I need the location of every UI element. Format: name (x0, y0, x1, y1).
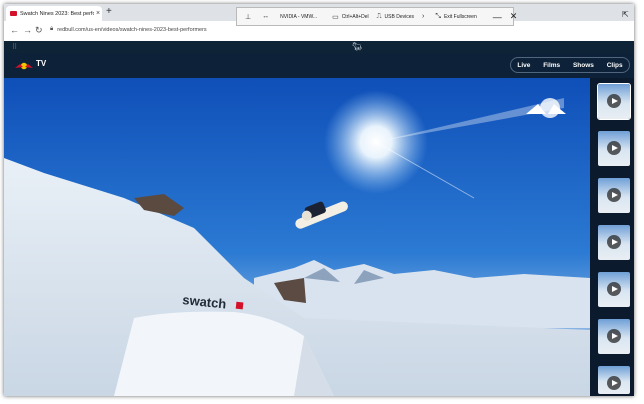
related-video-thumb[interactable] (598, 272, 630, 307)
vm-name[interactable]: NVIDIA - VMW... (280, 14, 317, 20)
reload-icon[interactable]: ↻ (35, 25, 43, 36)
exit-fullscreen-button[interactable]: ⤡ Exit Fullscreen (435, 13, 476, 21)
arrows-icon[interactable]: ↔ (262, 13, 272, 20)
play-icon (607, 188, 621, 202)
play-icon (607, 94, 621, 108)
play-icon (607, 235, 621, 249)
site-header: TV Live Films Shows Clips (4, 53, 634, 78)
play-icon (607, 282, 621, 296)
keyboard-icon: ▭ (332, 13, 339, 21)
exit-fullscreen-icon: ⤡ (435, 12, 441, 20)
related-video-thumb[interactable] (597, 83, 631, 120)
minimize-icon[interactable]: — (493, 12, 502, 22)
browser-tab[interactable]: Swatch Nines 2023: Best perfor × (6, 6, 102, 21)
url-text: redbull.com/us-en/videos/swatch-nines-20… (57, 26, 207, 33)
vm-connection-toolbar: ⊥ ↔ NVIDIA - VMW... ▭ Ctrl+Alt+Del ⎍ USB D… (236, 7, 517, 26)
redbull-logo-icon (14, 58, 34, 70)
play-icon (607, 376, 621, 390)
related-video-thumb[interactable] (598, 178, 630, 213)
nav-films[interactable]: Films (543, 62, 560, 69)
redbull-tv-logo[interactable]: TV (14, 58, 47, 70)
related-video-thumb[interactable] (598, 366, 630, 394)
usb-devices-label: USB Devices (384, 13, 414, 20)
video-player[interactable]: swatch (4, 78, 590, 396)
exit-fullscreen-label: Exit Fullscreen (443, 13, 477, 20)
url-field[interactable]: 🔒︎ redbull.com/us-en/videos/swatch-nines… (50, 26, 207, 33)
nav-live[interactable]: Live (517, 62, 530, 69)
usb-devices-button[interactable]: ⎍ USB Devices (377, 13, 414, 21)
mouse-cursor-icon: ⇱ (622, 10, 629, 19)
top-strip: ⠿ 🐂︎ (4, 41, 634, 53)
tab-title: Swatch Nines 2023: Best perfor (20, 10, 94, 17)
ctrl-alt-del-label: Ctrl+Alt+Del (341, 13, 369, 20)
redbull-mini-logo-icon: 🐂︎ (352, 42, 363, 51)
remote-desktop-frame: Swatch Nines 2023: Best perfor × + ← → ↻… (4, 4, 634, 396)
nav-shows[interactable]: Shows (573, 62, 594, 69)
back-icon[interactable]: ← (10, 25, 19, 35)
video-frame-image: swatch (4, 78, 590, 396)
new-tab-button[interactable]: + (106, 7, 112, 17)
nav-clips[interactable]: Clips (607, 62, 623, 69)
redbull-favicon-icon (10, 11, 17, 16)
play-icon (607, 329, 621, 343)
related-video-thumb[interactable] (598, 225, 630, 260)
related-video-thumb[interactable] (598, 131, 630, 166)
main-nav: Live Films Shows Clips (510, 57, 630, 73)
chevron-right-icon[interactable]: › (422, 13, 427, 20)
logo-tv-text: TV (36, 58, 47, 68)
ctrl-alt-del-button[interactable]: ▭ Ctrl+Alt+Del (332, 13, 369, 21)
related-video-thumb[interactable] (598, 319, 630, 354)
apps-grid-icon[interactable]: ⠿ (12, 43, 17, 51)
pin-icon[interactable]: ⊥ (245, 13, 254, 21)
lock-icon: 🔒︎ (50, 26, 54, 32)
redbull-tv-page: ⠿ 🐂︎ TV Live Films Shows Clips swatch (4, 41, 634, 396)
tab-close-icon[interactable]: × (94, 10, 102, 17)
play-icon (607, 141, 621, 155)
forward-icon[interactable]: → (23, 25, 32, 35)
close-icon[interactable]: ✕ (510, 11, 518, 22)
usb-icon: ⎍ (376, 12, 382, 20)
vm-name-label: NVIDIA - VMW... (280, 13, 318, 20)
